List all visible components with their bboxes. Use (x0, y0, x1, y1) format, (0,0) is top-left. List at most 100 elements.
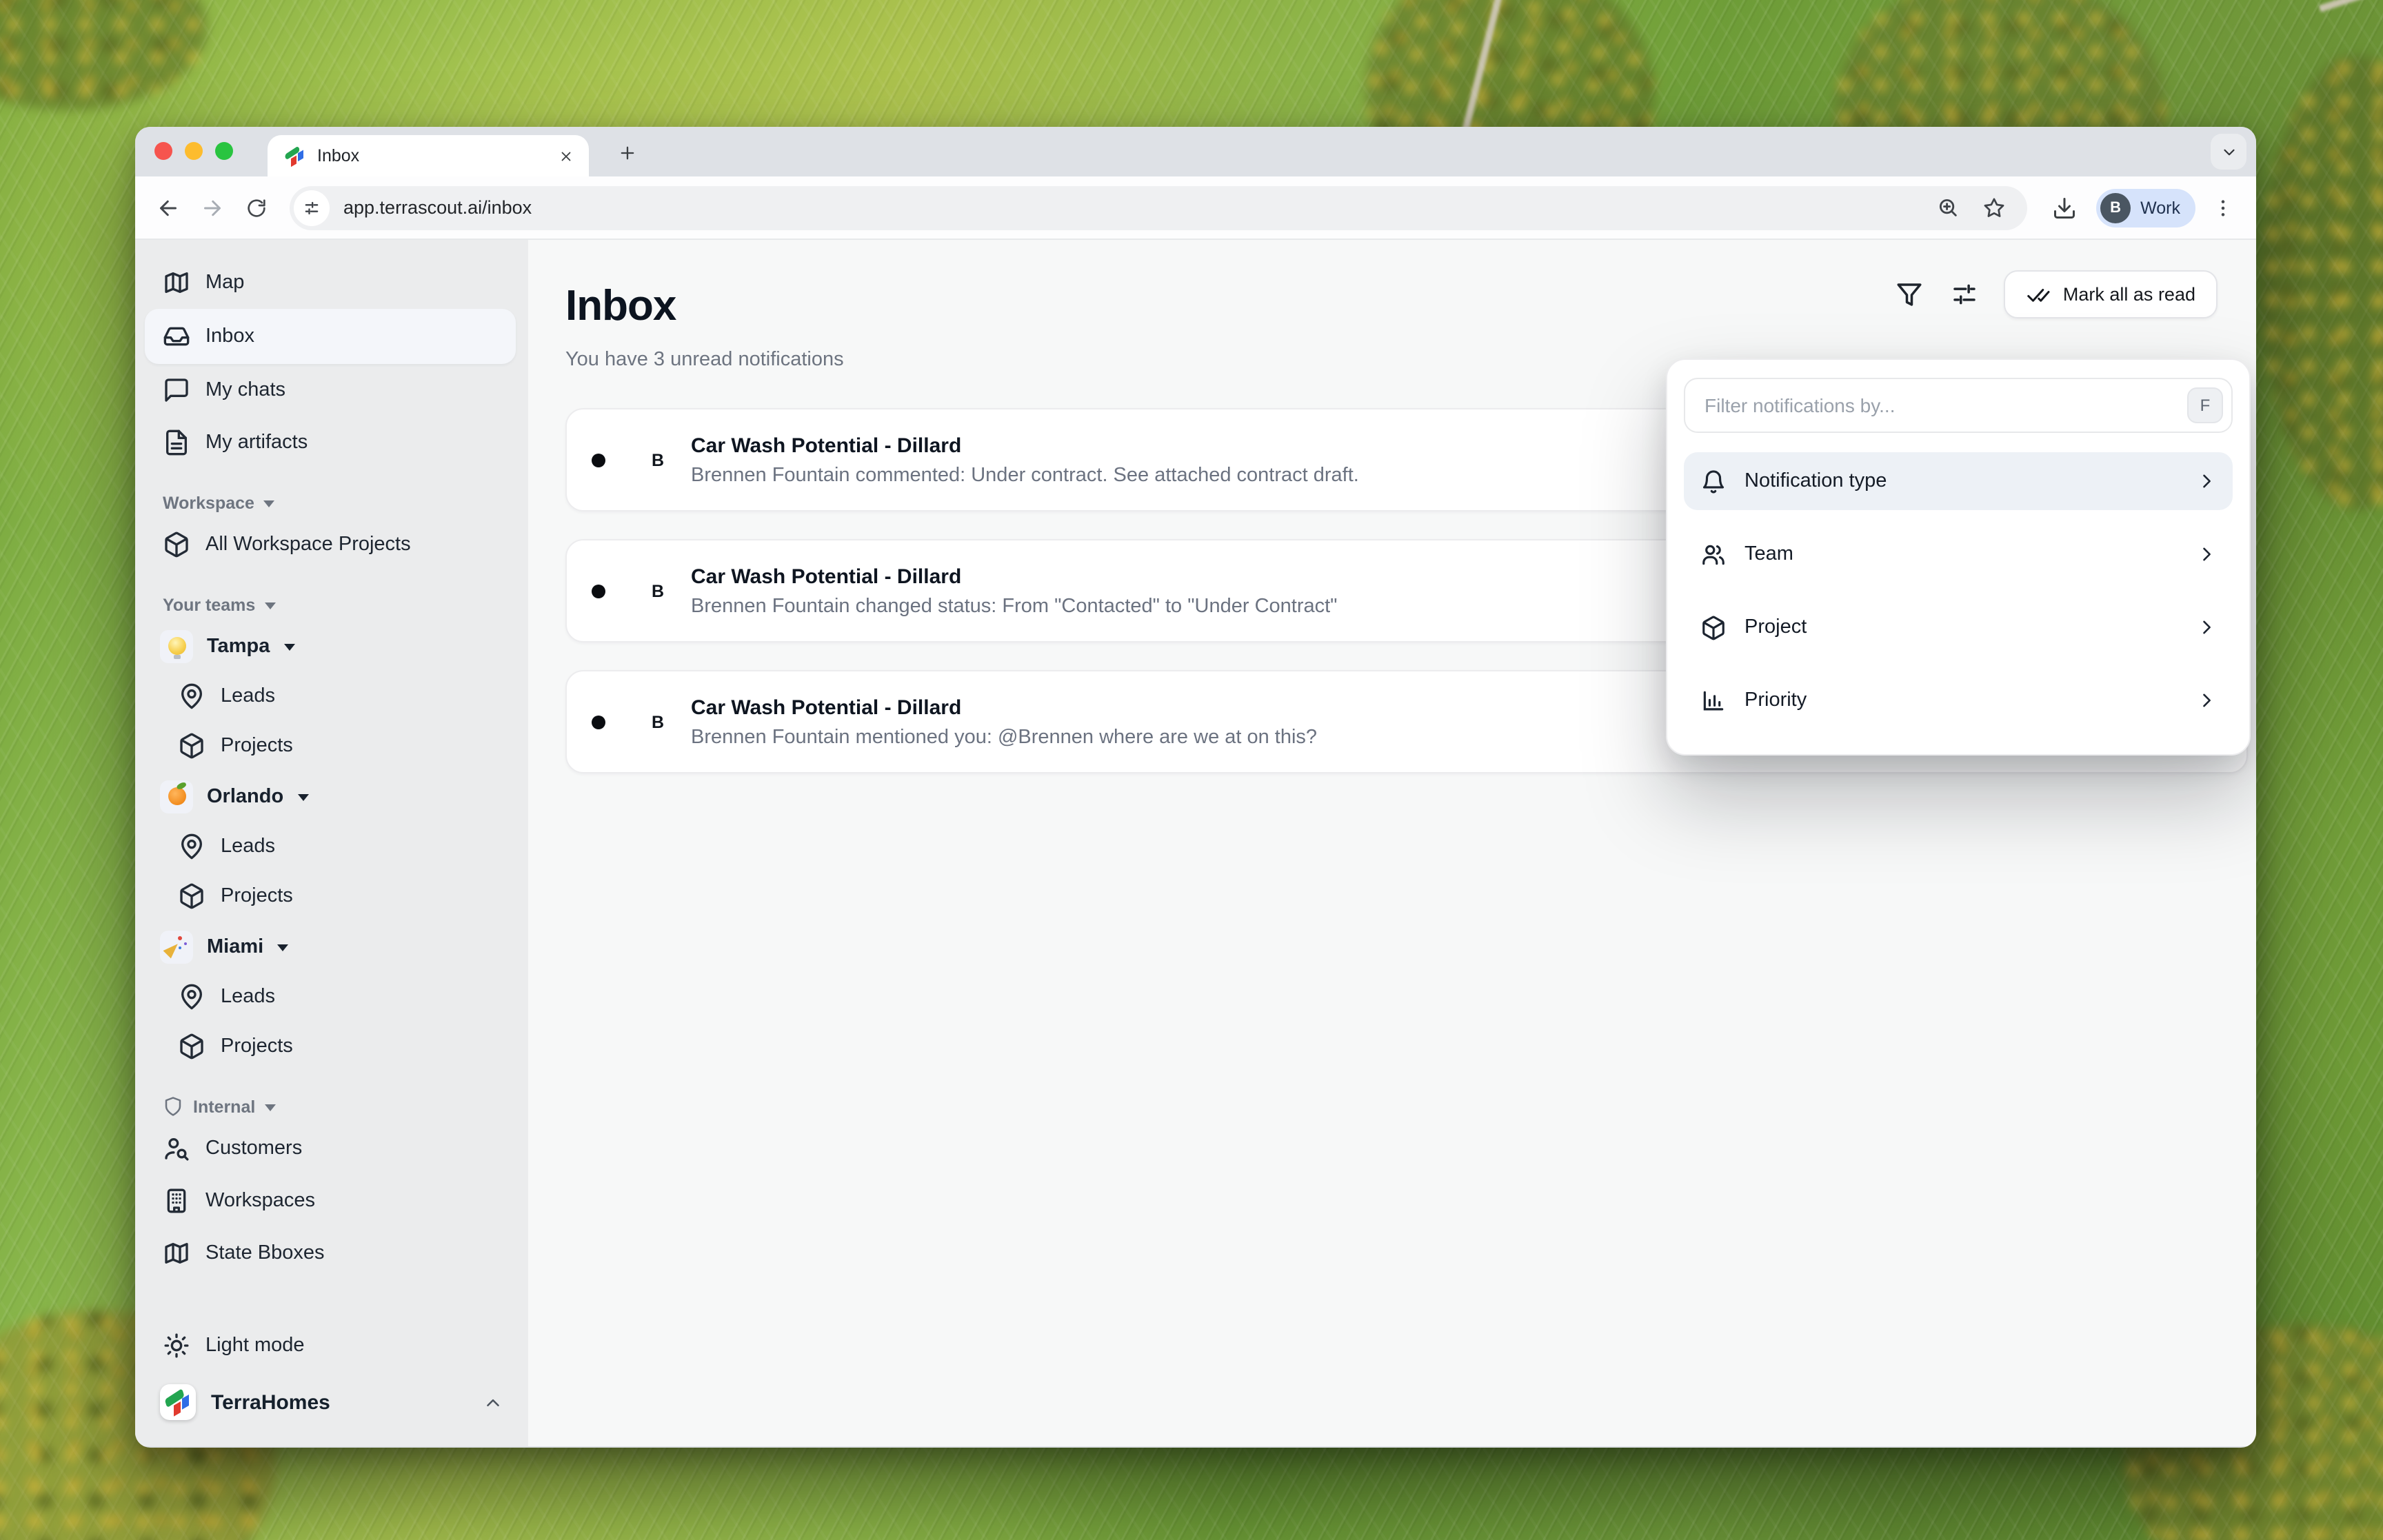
shield-icon (163, 1096, 183, 1117)
section-label-text: Workspace (163, 494, 254, 513)
sidebar-item-label: Leads (221, 986, 276, 1008)
unread-dot (592, 715, 605, 729)
browser-menu-icon[interactable] (2202, 187, 2244, 228)
sidebar-item-label: State Bboxes (205, 1242, 325, 1264)
browser-tab[interactable]: Inbox (268, 135, 589, 176)
new-tab-button[interactable] (612, 138, 643, 168)
close-tab-icon[interactable] (554, 144, 578, 168)
bell-icon (1700, 468, 1727, 494)
sidebar-item-label: Inbox (205, 325, 254, 347)
team-row-miami[interactable]: Miami (135, 921, 528, 972)
filter-search-input[interactable] (1684, 378, 2233, 433)
sidebar-item-miami-projects[interactable]: Projects (135, 1022, 528, 1071)
notification-text: Car Wash Potential - Dillard Brennen Fou… (691, 696, 1317, 748)
sidebar-item-label: Projects (221, 885, 293, 907)
team-row-orlando[interactable]: Orlando (135, 771, 528, 822)
sidebar-item-miami-leads[interactable]: Leads (135, 972, 528, 1022)
terrascout-favicon (283, 144, 306, 168)
team-name: Orlando (207, 785, 284, 807)
avatar: B (651, 450, 665, 469)
mark-all-as-read-button[interactable]: Mark all as read (2003, 270, 2218, 318)
chevron-down-icon (283, 643, 295, 650)
notification-title: Car Wash Potential - Dillard (691, 434, 962, 457)
unread-dot (592, 584, 605, 598)
reload-button[interactable] (236, 187, 277, 228)
workspace-section-header[interactable]: Workspace (135, 494, 528, 513)
filter-option-label: Priority (1744, 689, 1807, 711)
filter-option-notification-type[interactable]: Notification type (1684, 452, 2233, 510)
notification-body: Brennen Fountain changed status: From "C… (691, 595, 1338, 617)
sidebar-item-customers[interactable]: Customers (135, 1122, 528, 1175)
filter-option-priority[interactable]: Priority (1684, 671, 2233, 729)
chevron-down-icon (297, 793, 309, 800)
notification-title: Car Wash Potential - Dillard (691, 565, 962, 588)
section-label-text: Internal (193, 1097, 256, 1116)
team-row-tampa[interactable]: Tampa (135, 620, 528, 671)
browser-tab-strip: Inbox (135, 127, 2256, 176)
sidebar-item-workspaces[interactable]: Workspaces (135, 1175, 528, 1227)
sidebar-item-label: Leads (221, 685, 276, 707)
notification-text: Car Wash Potential - Dillard Brennen Fou… (691, 434, 1359, 486)
sidebar-item-map[interactable]: Map (135, 256, 528, 309)
address-bar[interactable]: app.terrascout.ai/inbox (290, 185, 2028, 230)
chevron-right-icon (2197, 618, 2216, 637)
theme-toggle-label: Light mode (205, 1335, 305, 1357)
filter-funnel-icon[interactable] (1893, 278, 1927, 311)
team-name: Tampa (207, 635, 270, 657)
sidebar-item-tampa-projects[interactable]: Projects (135, 721, 528, 771)
theme-toggle[interactable]: Light mode (135, 1319, 528, 1372)
zoom-page-icon[interactable] (1931, 196, 1964, 219)
downloads-icon[interactable] (2042, 185, 2087, 230)
sidebar-item-label: Map (205, 272, 245, 294)
sidebar-item-orlando-projects[interactable]: Projects (135, 871, 528, 921)
fullscreen-window-button[interactable] (215, 142, 233, 160)
forward-button[interactable] (192, 187, 233, 228)
browser-window: Inbox app.terrascout.ai/inbox B Work Map… (135, 127, 2256, 1448)
filter-option-project[interactable]: Project (1684, 598, 2233, 656)
bookmark-star-icon[interactable] (1978, 195, 2011, 220)
cube-icon (1700, 614, 1727, 640)
notification-title: Car Wash Potential - Dillard (691, 696, 962, 719)
tab-search-chevron-button[interactable] (2211, 134, 2246, 170)
sidebar-item-tampa-leads[interactable]: Leads (135, 671, 528, 721)
chevron-down-icon (265, 1104, 276, 1111)
sidebar-item-label: Workspaces (205, 1190, 316, 1212)
window-controls (154, 142, 233, 160)
close-window-button[interactable] (154, 142, 172, 160)
filter-option-team[interactable]: Team (1684, 525, 2233, 583)
mark-all-label: Mark all as read (2062, 284, 2195, 305)
chevron-down-icon (277, 944, 289, 951)
tree-cluster (2262, 55, 2383, 510)
keyboard-shortcut-badge: F (2187, 387, 2223, 423)
internal-section-header[interactable]: Internal (135, 1096, 528, 1117)
sun-icon (163, 1332, 190, 1359)
sidebar-item-orlando-leads[interactable]: Leads (135, 822, 528, 871)
sidebar: Map Inbox My chats My artifacts Workspac… (135, 240, 528, 1446)
notification-body: Brennen Fountain commented: Under contra… (691, 464, 1359, 486)
teams-section-header[interactable]: Your teams (135, 596, 528, 615)
chevron-right-icon (2197, 691, 2216, 710)
display-settings-icon[interactable] (1949, 278, 1982, 311)
check-check-icon (2026, 282, 2051, 307)
terrahomes-logo (160, 1384, 196, 1420)
light-bulb-emoji-icon (160, 629, 193, 662)
sidebar-item-my-chats[interactable]: My chats (135, 364, 528, 416)
minimize-window-button[interactable] (185, 142, 203, 160)
workspace-switcher[interactable]: TerraHomes (135, 1372, 528, 1432)
sidebar-item-state-bboxes[interactable]: State Bboxes (135, 1227, 528, 1279)
sidebar-item-label: Leads (221, 835, 276, 858)
sidebar-item-inbox[interactable]: Inbox (145, 309, 516, 364)
chevron-right-icon (2197, 545, 2216, 564)
back-button[interactable] (148, 187, 189, 228)
inbox-header-actions: Mark all as read (1893, 270, 2218, 318)
chevron-down-icon (263, 500, 275, 507)
filter-dropdown-panel: F Notification type Team Project Priorit… (1666, 358, 2251, 756)
site-info-icon[interactable] (294, 190, 330, 225)
sidebar-item-all-workspace-projects[interactable]: All Workspace Projects (135, 518, 528, 571)
sidebar-item-my-artifacts[interactable]: My artifacts (135, 416, 528, 469)
browser-profile-chip[interactable]: B Work (2096, 188, 2195, 227)
chevron-up-icon[interactable] (483, 1392, 503, 1412)
sidebar-item-label: Projects (221, 1035, 293, 1057)
url-text[interactable]: app.terrascout.ai/inbox (343, 197, 1917, 218)
profile-avatar: B (2100, 192, 2131, 223)
